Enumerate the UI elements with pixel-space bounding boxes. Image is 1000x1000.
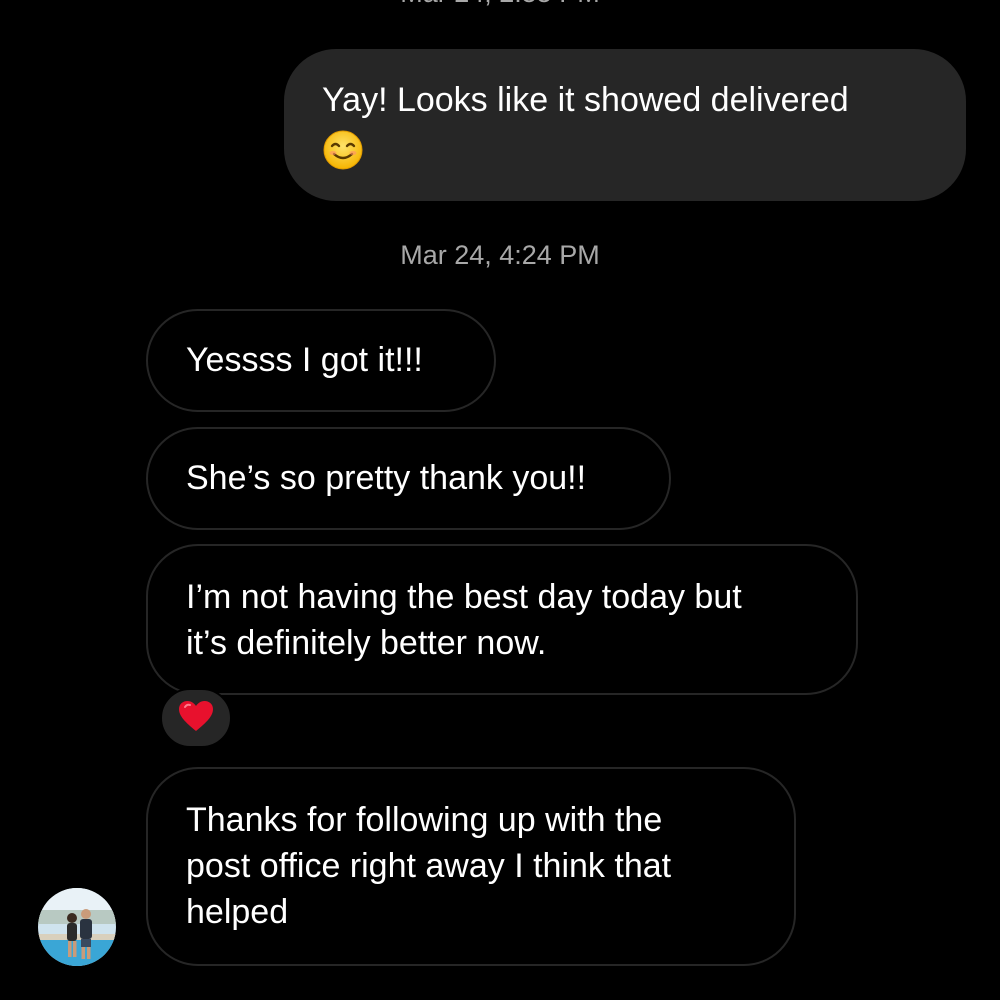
- incoming-message-bubble[interactable]: She’s so pretty thank you!!: [146, 427, 671, 530]
- timestamp-top: Mar 24, 2:55 PM: [0, 0, 1000, 9]
- smiling-face-icon: [322, 129, 364, 171]
- message-reaction[interactable]: [160, 688, 232, 748]
- message-text: Yay! Looks like it showed delivered: [322, 81, 849, 119]
- message-text: Yessss I got it!!!: [186, 341, 423, 379]
- timestamp-middle: Mar 24, 4:24 PM: [400, 240, 600, 270]
- message-text: Thanks for following up with the: [186, 801, 663, 839]
- message-text: post office right away I think that: [186, 847, 672, 885]
- heart-icon: [177, 699, 215, 738]
- message-text: She’s so pretty thank you!!: [186, 459, 587, 497]
- incoming-message-bubble[interactable]: I’m not having the best day today but it…: [146, 544, 858, 695]
- outgoing-message-bubble[interactable]: Yay! Looks like it showed delivered: [284, 49, 966, 201]
- contact-avatar[interactable]: [38, 888, 116, 966]
- message-text: it’s definitely better now.: [186, 624, 547, 662]
- incoming-message-bubble[interactable]: Yessss I got it!!!: [146, 309, 496, 412]
- message-text: helped: [186, 893, 289, 931]
- message-text: I’m not having the best day today but: [186, 578, 742, 616]
- incoming-message-bubble[interactable]: Thanks for following up with the post of…: [146, 767, 796, 966]
